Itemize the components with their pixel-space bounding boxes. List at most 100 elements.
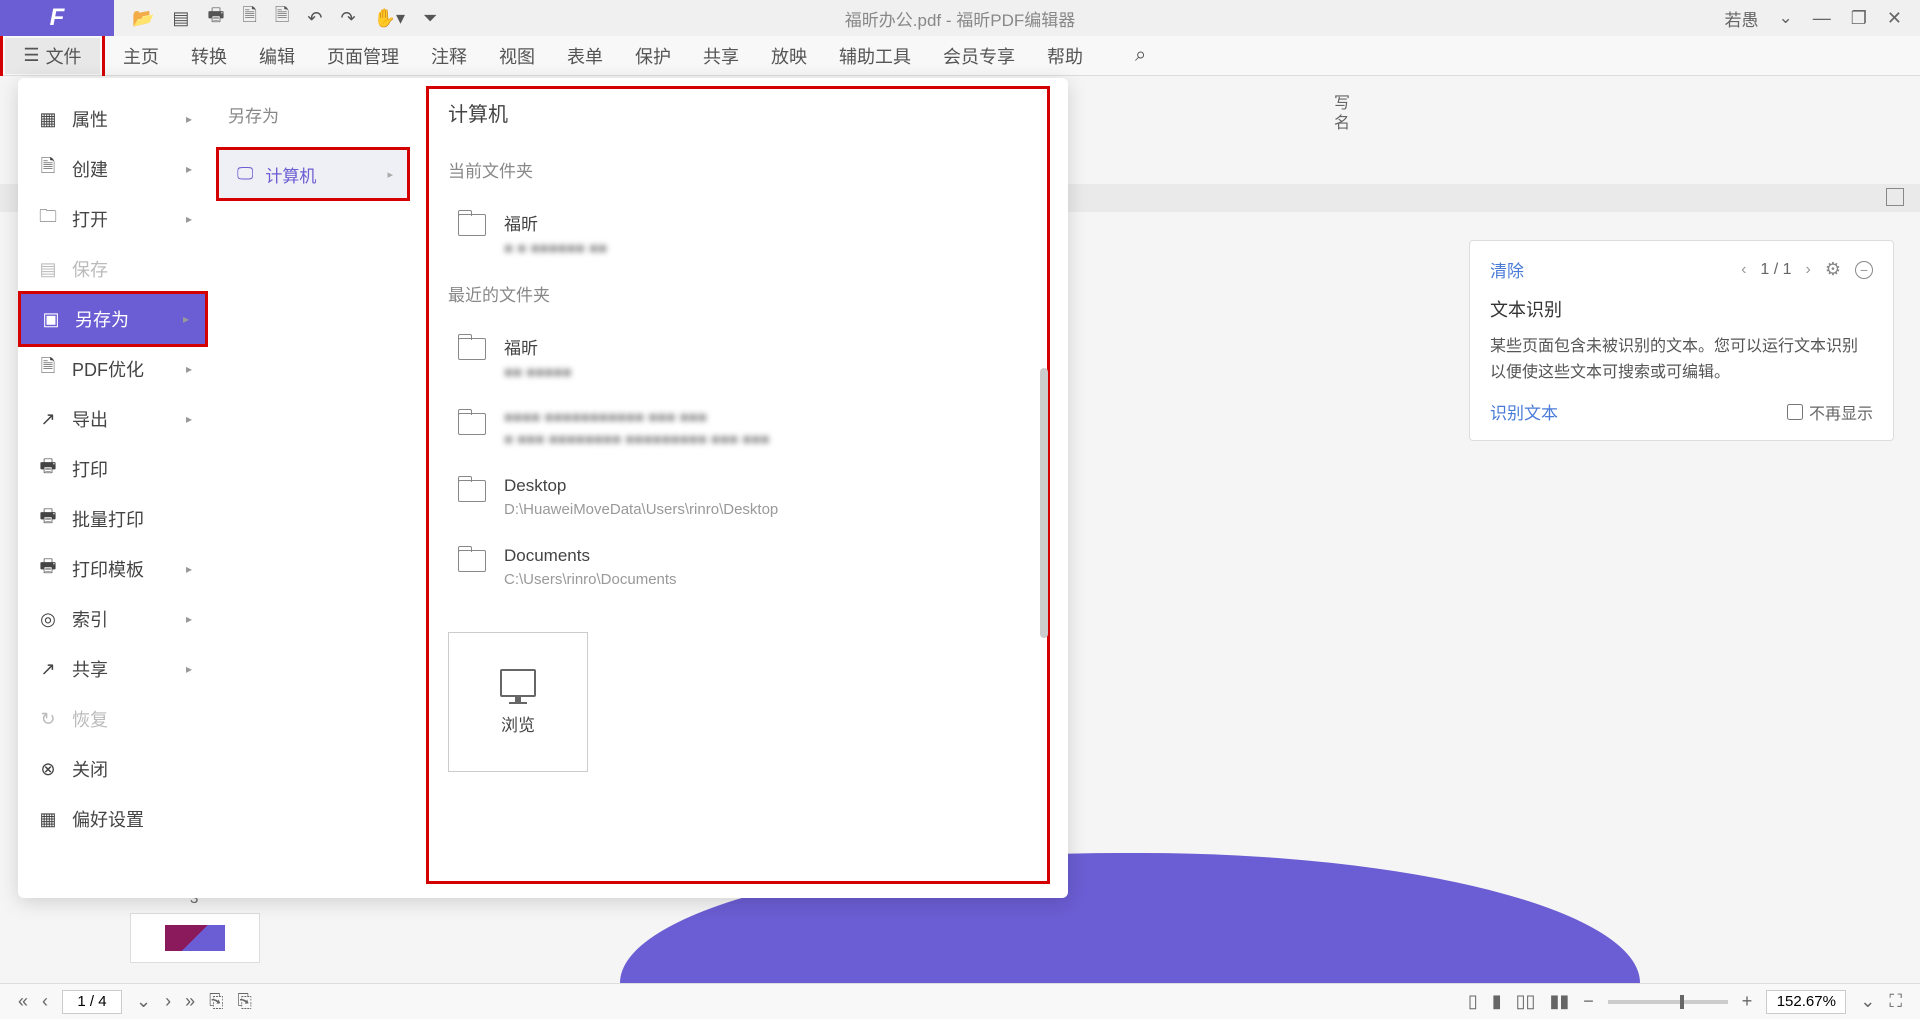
maximize-icon[interactable]: ❐: [1851, 8, 1867, 29]
user-dropdown-icon[interactable]: ⌄: [1779, 8, 1793, 28]
file-menu-button[interactable]: ☰ 文件: [5, 38, 100, 74]
menu-protect[interactable]: 保护: [635, 43, 671, 69]
folder-icon: [458, 550, 486, 572]
zoom-in-icon[interactable]: +: [1742, 991, 1753, 1012]
zoom-slider[interactable]: [1608, 1000, 1728, 1004]
file-item-share[interactable]: ↗共享▸: [18, 644, 208, 694]
redo-icon[interactable]: ↷: [341, 8, 356, 29]
file-item-saveas[interactable]: ▣另存为▸: [21, 294, 205, 344]
doc-icon[interactable]: 🗎: [242, 3, 256, 33]
link-fwd-icon[interactable]: ⎘: [238, 991, 252, 1012]
last-page-icon[interactable]: »: [185, 991, 195, 1012]
chevron-right-icon: ▸: [186, 162, 192, 176]
menu-comment[interactable]: 注释: [431, 43, 467, 69]
recent-folder-section: 最近的文件夹: [448, 281, 1038, 306]
ocr-title: 文本识别: [1490, 296, 1873, 322]
menu-form[interactable]: 表单: [567, 43, 603, 69]
page-thumbnail[interactable]: [130, 913, 260, 963]
zoom-input[interactable]: [1766, 990, 1846, 1014]
file-item-print[interactable]: 🖶打印: [18, 444, 208, 494]
view-continuous-icon[interactable]: ▮: [1492, 991, 1502, 1012]
properties-icon: ▦: [38, 109, 58, 129]
prefs-icon: ▦: [38, 809, 58, 829]
menu-page[interactable]: 页面管理: [327, 43, 399, 69]
menu-items: 主页 转换 编辑 页面管理 注释 视图 表单 保护 共享 放映 辅助工具 会员专…: [105, 43, 1146, 69]
zoom-dropdown-icon[interactable]: ⌄: [1860, 991, 1875, 1012]
minimize-icon[interactable]: —: [1813, 8, 1831, 29]
ocr-collapse-icon[interactable]: −: [1855, 261, 1873, 279]
first-page-icon[interactable]: «: [18, 991, 28, 1012]
ocr-noshow-checkbox[interactable]: 不再显示: [1787, 400, 1873, 424]
open-icon[interactable]: 📂: [132, 8, 154, 29]
open-icon: 🗀: [38, 209, 58, 229]
close-icon[interactable]: ✕: [1887, 8, 1902, 29]
file-item-index[interactable]: ◎索引▸: [18, 594, 208, 644]
menu-bar: ☰ 文件 主页 转换 编辑 页面管理 注释 视图 表单 保护 共享 放映 辅助工…: [0, 36, 1920, 76]
zoom-out-icon[interactable]: −: [1583, 991, 1594, 1012]
file-item-open[interactable]: 🗀打开▸: [18, 194, 208, 244]
menu-tools[interactable]: 辅助工具: [839, 43, 911, 69]
menu-convert[interactable]: 转换: [191, 43, 227, 69]
file-item-batchprint[interactable]: 🖶批量打印: [18, 494, 208, 544]
ocr-page: 1 / 1: [1760, 261, 1791, 279]
view-facing-icon[interactable]: ▯▯: [1516, 991, 1536, 1012]
current-folder-section: 当前文件夹: [448, 157, 1038, 182]
menu-home[interactable]: 主页: [123, 43, 159, 69]
doc2-icon[interactable]: 🗎: [275, 3, 289, 33]
menu-vip[interactable]: 会员专享: [943, 43, 1015, 69]
file-menu-col3: 计算机 当前文件夹 福昕 ■ ■ ■■■■■■ ■■ 最近的文件夹 福昕 ■■ …: [418, 78, 1068, 898]
page-dropdown-icon[interactable]: ⌄: [136, 991, 151, 1012]
page-input[interactable]: [62, 990, 122, 1014]
current-folder-item[interactable]: 福昕 ■ ■ ■■■■■■ ■■: [448, 196, 1038, 271]
file-item-preferences[interactable]: ▦偏好设置: [18, 794, 208, 844]
saveas-computer[interactable]: 🖵 计算机 ▸: [219, 150, 407, 198]
link-back-icon[interactable]: ⎘: [209, 991, 223, 1012]
ocr-next-icon[interactable]: ›: [1806, 261, 1811, 279]
next-page-icon[interactable]: ›: [165, 991, 171, 1012]
file-menu-col2: 另存为 🖵 计算机 ▸: [208, 78, 418, 898]
menu-help[interactable]: 帮助: [1047, 43, 1083, 69]
file-item-optimize[interactable]: 🗎PDF优化▸: [18, 344, 208, 394]
menu-share[interactable]: 共享: [703, 43, 739, 69]
ocr-clear-link[interactable]: 清除: [1490, 257, 1524, 282]
ocr-noshow-input[interactable]: [1787, 404, 1803, 420]
prev-page-icon[interactable]: ‹: [42, 991, 48, 1012]
save-icon[interactable]: ▤: [172, 8, 189, 29]
file-item-properties[interactable]: ▦属性▸: [18, 94, 208, 144]
menu-view[interactable]: 视图: [499, 43, 535, 69]
folder-icon: [458, 214, 486, 236]
file-item-printtemplate[interactable]: 🖶打印模板▸: [18, 544, 208, 594]
ocr-panel: 清除 ‹ 1 / 1 › ⚙ − 文本识别 某些页面包含未被识别的文本。您可以运…: [1469, 240, 1894, 441]
print-icon[interactable]: 🖶: [207, 3, 224, 33]
more-icon[interactable]: ⏷: [423, 8, 437, 29]
undo-icon[interactable]: ↶: [307, 8, 322, 29]
browse-button[interactable]: 浏览: [448, 632, 588, 772]
view-facing-cont-icon[interactable]: ▮▮: [1549, 991, 1569, 1012]
hand-icon[interactable]: ✋▾: [374, 8, 405, 29]
search-icon[interactable]: ⌕: [1135, 44, 1146, 67]
file-item-save: ▤保存: [18, 244, 208, 294]
menu-edit[interactable]: 编辑: [259, 43, 295, 69]
fullscreen-icon[interactable]: ⛶: [1889, 991, 1902, 1012]
file-item-restore: ↻恢复: [18, 694, 208, 744]
recent-folder-item[interactable]: Desktop D:\HuaweiMoveData\Users\rinro\De…: [448, 462, 1038, 532]
gear-icon[interactable]: ⚙: [1825, 259, 1841, 280]
recent-folder-item[interactable]: 福昕 ■■ ■■■■■: [448, 320, 1038, 395]
chevron-right-icon: ▸: [186, 212, 192, 226]
strip-icon[interactable]: [1886, 188, 1904, 206]
recent-folder-item[interactable]: ■■■■ ■■■■■■■■■■■ ■■■ ■■■ ■ ■■■ ■■■■■■■■ …: [448, 395, 1038, 462]
menu-present[interactable]: 放映: [771, 43, 807, 69]
file-menu-panel: ▦属性▸ 🗎创建▸ 🗀打开▸ ▤保存 ▣另存为▸ 🗎PDF优化▸ ↗导出▸ 🖶打…: [18, 78, 1068, 898]
file-item-close[interactable]: ⊗关闭: [18, 744, 208, 794]
file-menu-col1: ▦属性▸ 🗎创建▸ 🗀打开▸ ▤保存 ▣另存为▸ 🗎PDF优化▸ ↗导出▸ 🖶打…: [18, 78, 208, 898]
user-name[interactable]: 若愚: [1725, 6, 1759, 31]
batchprint-icon: 🖶: [38, 509, 58, 529]
file-item-export[interactable]: ↗导出▸: [18, 394, 208, 444]
ocr-recognize-link[interactable]: 识别文本: [1490, 399, 1558, 424]
view-single-icon[interactable]: ▯: [1468, 991, 1478, 1012]
scrollbar[interactable]: [1040, 368, 1048, 638]
recent-folder-item[interactable]: Documents C:\Users\rinro\Documents: [448, 532, 1038, 602]
ocr-prev-icon[interactable]: ‹: [1741, 261, 1746, 279]
folder-path: C:\Users\rinro\Documents: [504, 571, 677, 588]
file-item-create[interactable]: 🗎创建▸: [18, 144, 208, 194]
